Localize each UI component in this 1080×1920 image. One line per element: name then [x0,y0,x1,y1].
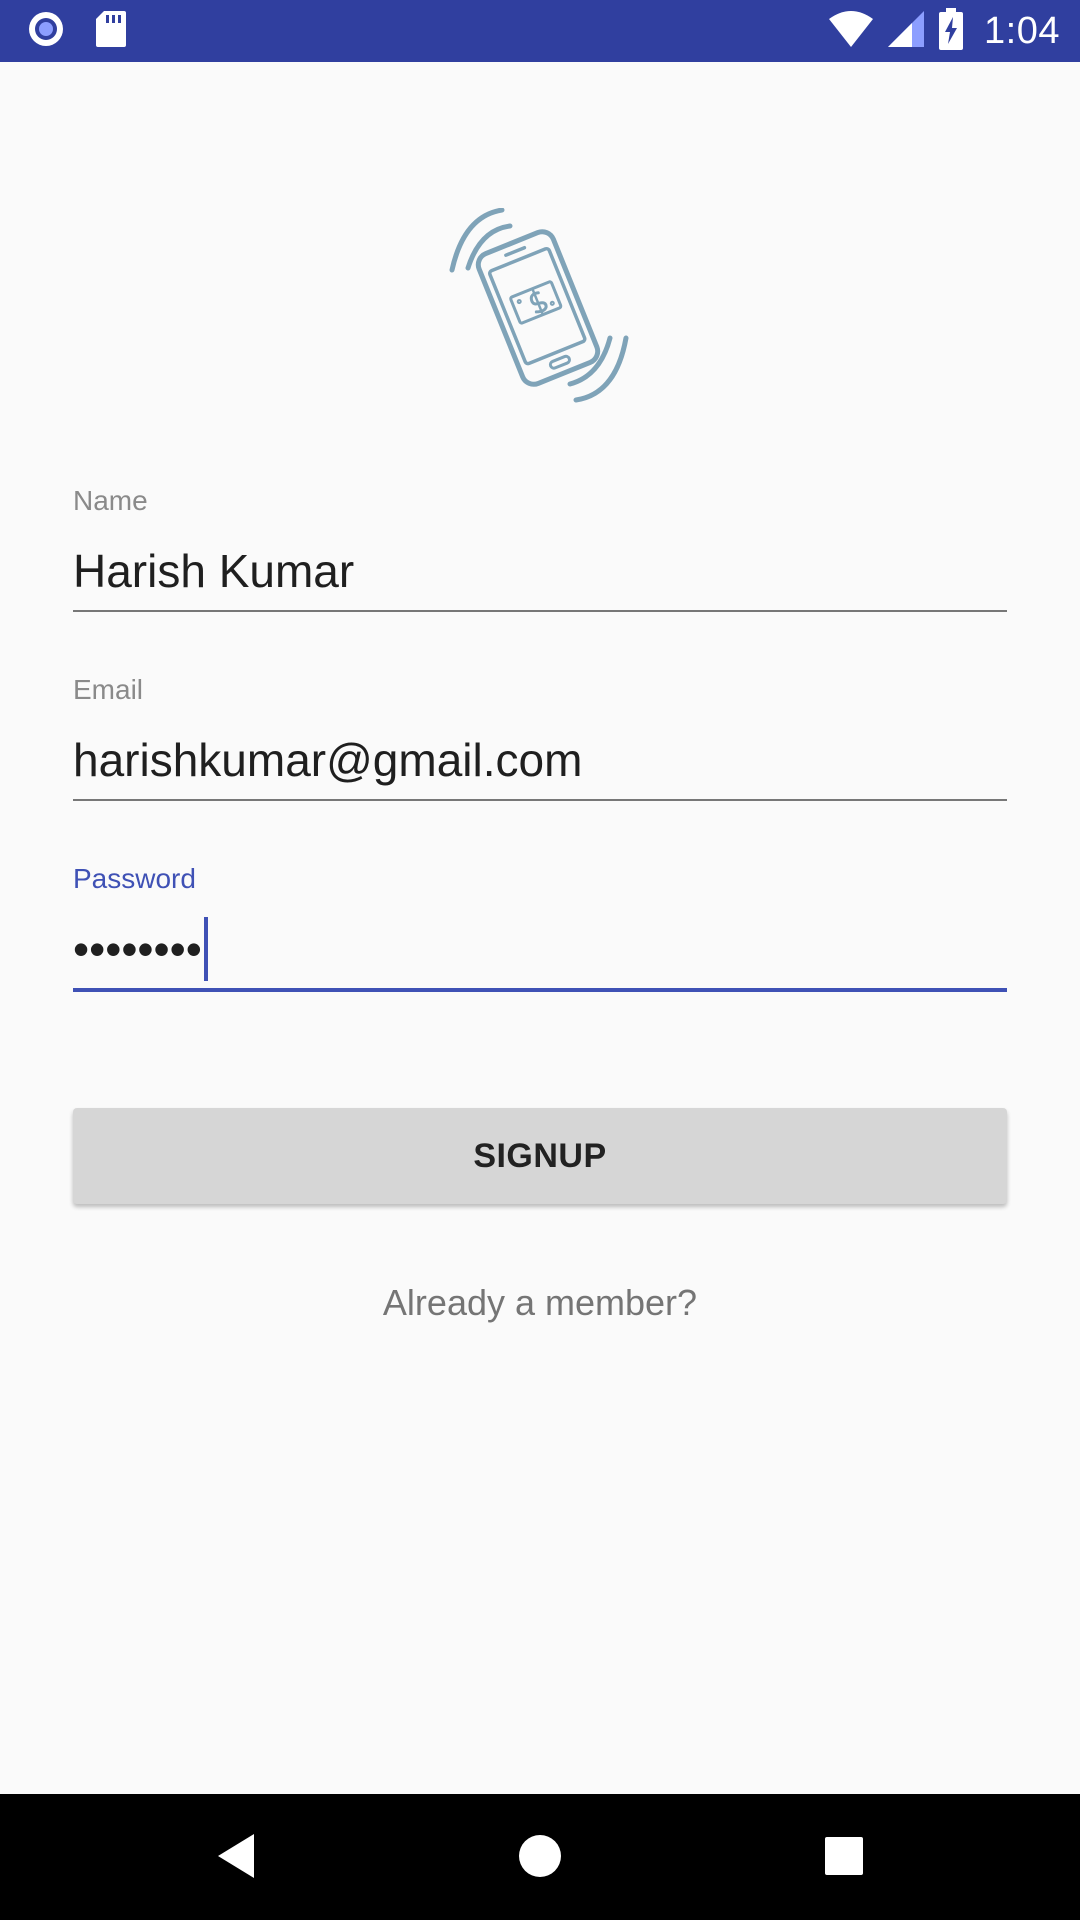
status-left [26,10,128,52]
record-icon [26,9,66,54]
signal-icon [886,9,926,54]
name-label: Name [73,485,148,516]
name-underline [73,610,1007,612]
status-bar: 1:04 [0,0,1080,62]
recents-button[interactable] [816,1830,872,1886]
password-dots: •••••••• [73,923,202,975]
email-underline [73,799,1007,801]
password-input[interactable]: •••••••• [73,912,1007,986]
email-field[interactable]: Email harishkumar@gmail.com [73,673,1007,801]
password-field[interactable]: Password •••••••• [73,862,1007,992]
app-logo-icon [440,207,640,408]
email-input[interactable]: harishkumar@gmail.com [73,723,1007,797]
recents-icon [824,1836,864,1881]
status-time: 1:04 [984,9,1060,52]
navigation-bar [0,1794,1080,1920]
back-button[interactable] [208,1830,264,1886]
password-underline [73,988,1007,992]
home-icon [518,1834,562,1883]
sd-card-icon [94,9,128,54]
status-right: 1:04 [828,7,1060,55]
name-field[interactable]: Name Harish Kumar [73,484,1007,612]
signup-button[interactable]: SIGNUP [73,1108,1007,1204]
password-label: Password [73,863,196,894]
battery-charging-icon [938,7,964,55]
signup-screen: Name Harish Kumar Email harishkumar@gmai… [0,62,1080,1794]
name-input[interactable]: Harish Kumar [73,534,1007,608]
email-label: Email [73,674,144,705]
text-cursor [203,916,208,981]
wifi-icon [828,9,874,54]
already-member-link[interactable]: Already a member? [0,1282,1080,1324]
home-button[interactable] [512,1830,568,1886]
back-icon [214,1832,258,1885]
